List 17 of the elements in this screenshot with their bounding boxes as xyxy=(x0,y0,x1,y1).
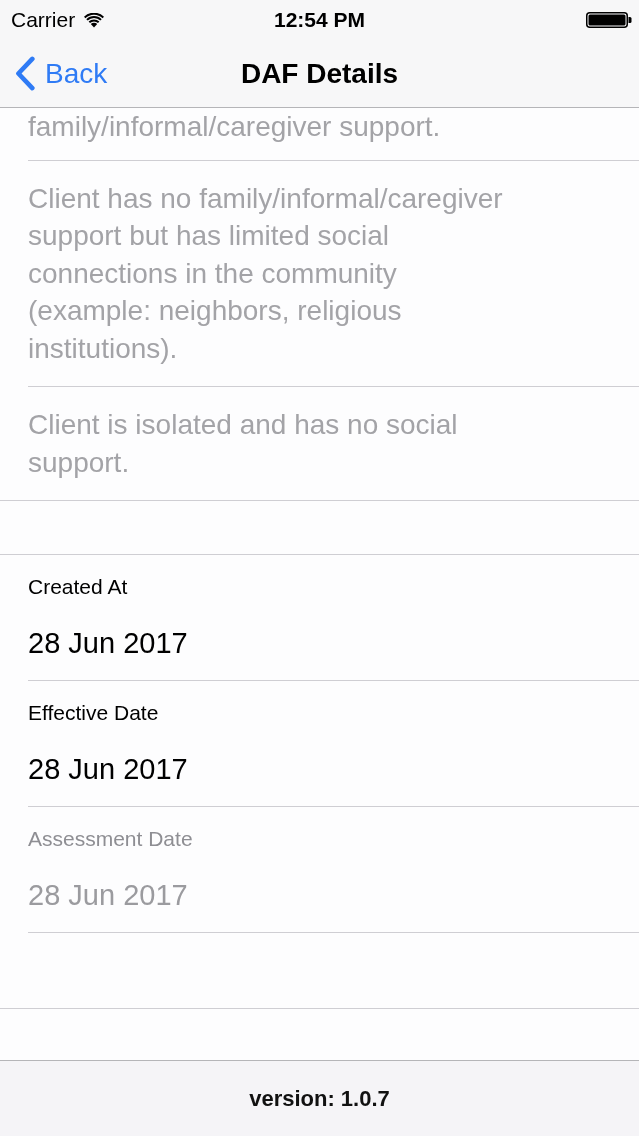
field-label: Assessment Date xyxy=(28,826,193,852)
field-label: Effective Date xyxy=(28,700,159,726)
carrier-name: Carrier xyxy=(11,8,76,32)
battery-icon xyxy=(586,12,632,28)
date-value: 28 Jun 2017 xyxy=(28,626,188,661)
wifi-icon xyxy=(84,12,105,28)
version-text: version: 1.0.7 xyxy=(249,1085,390,1112)
date-value: 28 Jun 2017 xyxy=(28,878,188,913)
option-text: Client has no family/informal/caregiver support but has limited social connections in the community (example: neighbors, religious institutions). xyxy=(28,181,504,366)
field-label: Created At xyxy=(28,574,128,600)
chevron-left-icon xyxy=(14,56,36,91)
status-time: 12:54 PM xyxy=(273,8,365,32)
screen-title: DAF Details xyxy=(240,57,399,90)
option-text: Client is isolated and has no social support. xyxy=(28,408,459,480)
back-button[interactable]: Back xyxy=(0,51,112,96)
option-text: family/informal/caregiver support. xyxy=(28,110,442,144)
date-value: 28 Jun 2017 xyxy=(28,752,188,787)
